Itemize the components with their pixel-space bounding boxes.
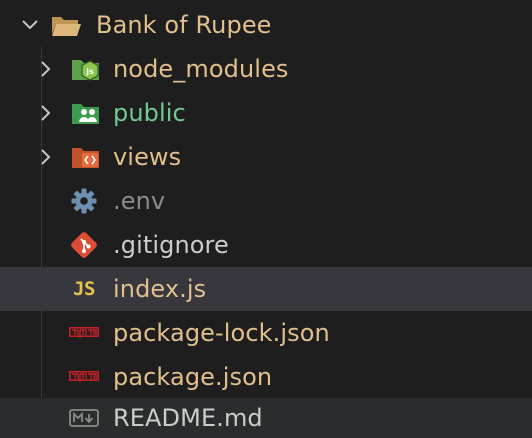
folder-node-icon: js	[70, 55, 102, 83]
tree-item-label: node_modules	[113, 55, 289, 83]
file-explorer-tree: Bank of Rupee js node_modules public vie…	[0, 0, 532, 438]
tree-item-label: README.md	[113, 404, 263, 432]
tree-item-root-folder[interactable]: Bank of Rupee	[0, 3, 532, 47]
tree-item-public[interactable]: public	[0, 91, 532, 135]
markdown-icon	[68, 404, 100, 432]
tree-item-label: views	[113, 143, 182, 171]
javascript-icon-text: JS	[73, 278, 95, 300]
npm-icon	[68, 319, 100, 347]
folder-views-icon	[70, 143, 102, 171]
chevron-right-icon[interactable]	[35, 102, 57, 124]
tree-item-readme-md[interactable]: README.md	[0, 398, 532, 438]
root-folder-label: Bank of Rupee	[96, 11, 272, 39]
tree-item-label: public	[113, 99, 186, 127]
tree-item-label: package-lock.json	[113, 319, 330, 347]
tree-item-label: .gitignore	[113, 231, 229, 259]
tree-item-index-js[interactable]: JS index.js	[0, 267, 532, 311]
javascript-icon: JS	[68, 275, 100, 303]
tree-item-label: package.json	[113, 363, 273, 391]
chevron-down-icon[interactable]	[19, 14, 41, 36]
npm-icon	[68, 363, 100, 391]
tree-item-label: .env	[113, 187, 166, 215]
tree-item-node-modules[interactable]: js node_modules	[0, 47, 532, 91]
folder-open-icon	[50, 11, 82, 39]
folder-public-icon	[70, 99, 102, 127]
tree-item-package-lock-json[interactable]: package-lock.json	[0, 311, 532, 355]
svg-text:js: js	[85, 67, 94, 76]
git-icon	[68, 231, 100, 259]
tree-item-package-json[interactable]: package.json	[0, 355, 532, 399]
tree-item-views[interactable]: views	[0, 135, 532, 179]
tree-item-env[interactable]: .env	[0, 179, 532, 223]
gear-icon	[68, 187, 100, 215]
chevron-right-icon[interactable]	[35, 146, 57, 168]
tree-item-label: index.js	[113, 275, 207, 303]
chevron-right-icon[interactable]	[35, 58, 57, 80]
tree-item-gitignore[interactable]: .gitignore	[0, 223, 532, 267]
